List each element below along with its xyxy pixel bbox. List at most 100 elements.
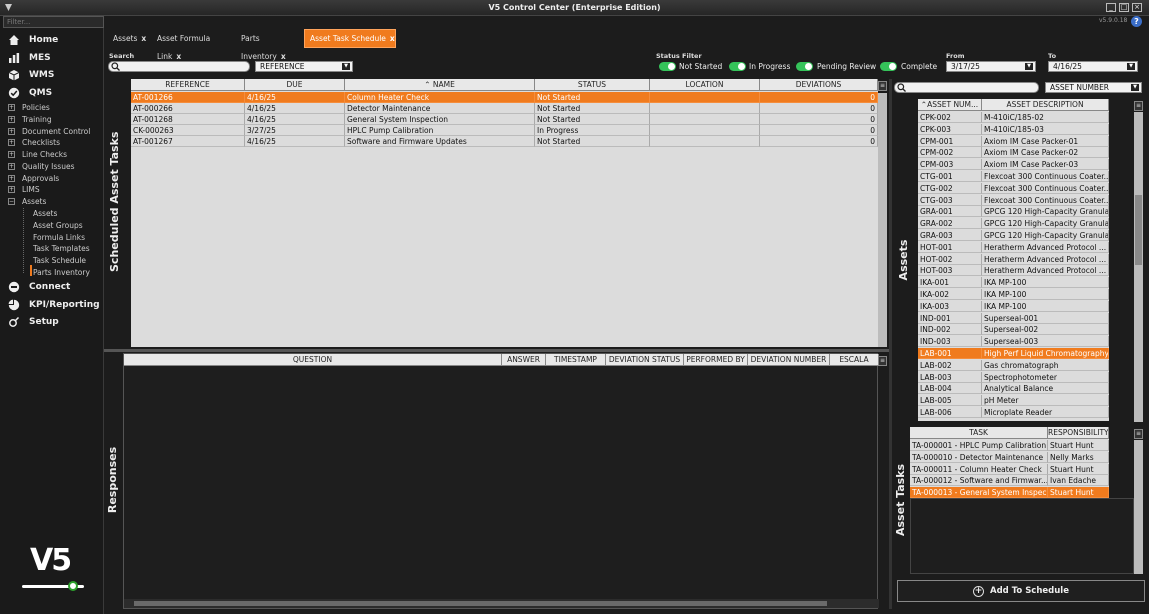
minimize-icon[interactable]: _	[1106, 3, 1116, 12]
col-question[interactable]: QUESTION	[124, 354, 502, 366]
tab-parts-inventory[interactable]: Parts Inventory x	[236, 30, 302, 61]
assets-vscroll[interactable]	[1134, 112, 1143, 422]
asset-search-input[interactable]	[894, 82, 1039, 93]
nav-task-templates[interactable]: Task Templates	[33, 243, 90, 254]
close-tab-icon[interactable]: x	[141, 34, 146, 43]
sidebar-filter-input[interactable]: Filter...	[3, 16, 104, 28]
col-answer[interactable]: ANSWER	[502, 354, 546, 366]
list-item[interactable]: LAB-003 Spectrophotometer	[918, 371, 1109, 383]
expand-icon[interactable]: +	[8, 104, 15, 111]
list-item[interactable]: LAB-001 High Perf Liquid Chromatography	[918, 348, 1109, 359]
nav-assets[interactable]: − Assets	[8, 196, 46, 207]
expand-icon[interactable]: +	[8, 151, 15, 158]
col-responsibility[interactable]: RESPONSIBILITY	[1048, 427, 1109, 439]
list-item[interactable]: CPM-002 Axiom IM Case Packer-02	[918, 147, 1109, 159]
search-field-select[interactable]: REFERENCE ▼	[255, 61, 353, 72]
close-icon[interactable]: ×	[1132, 3, 1142, 12]
expand-icon[interactable]: +	[8, 139, 15, 146]
list-item[interactable]: HOT-002 Heratherm Advanced Protocol ...	[918, 253, 1109, 265]
list-item[interactable]: IKA-002 IKA MP-100	[918, 289, 1109, 300]
list-item[interactable]: TA-000001 - HPLC Pump Calibration Stuart …	[910, 440, 1109, 451]
list-item[interactable]: CPK-003 M-410iC/185-03	[918, 123, 1109, 135]
table-row[interactable]: AT-001268 4/16/25 General System Inspect…	[131, 114, 878, 125]
tasks-vscroll[interactable]	[1134, 440, 1143, 574]
list-item[interactable]: HOT-001 Heratherm Advanced Protocol ...	[918, 241, 1109, 253]
col-performed-by[interactable]: PERFORMED BY	[684, 354, 748, 366]
expand-icon[interactable]: +	[8, 186, 15, 193]
table-row[interactable]: AT-001266 4/16/25 Column Heater Check No…	[131, 92, 878, 103]
list-item[interactable]: TA-000012 - Software and Firmwar... Ivan …	[910, 475, 1109, 487]
nav-assets-list[interactable]: Assets	[33, 208, 57, 219]
list-item[interactable]: CTG-003 Flexcoat 300 Continuous Coater...	[918, 194, 1109, 206]
nav-approvals[interactable]: + Approvals	[8, 173, 59, 184]
close-tab-icon[interactable]: x	[176, 52, 181, 61]
list-item[interactable]: CTG-001 Flexcoat 300 Continuous Coater...	[918, 171, 1109, 182]
column-chooser-icon[interactable]: ≡	[878, 81, 887, 91]
list-item[interactable]: IKA-003 IKA MP-100	[918, 300, 1109, 312]
list-item[interactable]: LAB-004 Analytical Balance	[918, 383, 1109, 395]
expand-icon[interactable]: +	[8, 128, 15, 135]
column-chooser-icon[interactable]: ≡	[1134, 429, 1143, 439]
nav-asset-groups[interactable]: Asset Groups	[33, 220, 83, 231]
col-deviation-number[interactable]: DEVIATION NUMBER	[748, 354, 830, 366]
nav-lims[interactable]: + LIMS	[8, 184, 40, 195]
responses-hscroll-thumb[interactable]	[134, 601, 827, 606]
list-item[interactable]: GRA-002 GPCG 120 High-Capacity Granula...	[918, 218, 1109, 230]
vertical-splitter[interactable]	[889, 79, 892, 609]
col-location[interactable]: LOCATION	[650, 79, 760, 91]
list-item[interactable]: CPM-003 Axiom IM Case Packer-03	[918, 159, 1109, 171]
tab-assets[interactable]: Assets x	[108, 30, 152, 48]
horizontal-splitter[interactable]	[104, 349, 889, 352]
asset-search-field-select[interactable]: ASSET NUMBER ▼	[1045, 82, 1142, 93]
expand-icon[interactable]: +	[8, 163, 15, 170]
toggle-not-started[interactable]	[659, 62, 676, 71]
maximize-icon[interactable]: □	[1119, 3, 1129, 12]
add-to-schedule-button[interactable]: + Add To Schedule	[897, 580, 1145, 602]
from-date-picker[interactable]: 3/17/25 ▼	[946, 61, 1036, 72]
list-item[interactable]: IND-001 Superseal-001	[918, 312, 1109, 324]
tab-asset-formula-link[interactable]: Asset Formula Link x	[152, 30, 234, 61]
nav-training[interactable]: + Training	[8, 114, 52, 125]
close-tab-icon[interactable]: x	[390, 34, 395, 43]
nav-document-control[interactable]: + Document Control	[8, 126, 90, 137]
list-item[interactable]: IKA-001 IKA MP-100	[918, 277, 1109, 289]
list-item[interactable]: LAB-002 Gas chromatograph	[918, 359, 1109, 371]
nav-policies[interactable]: + Policies	[8, 102, 50, 113]
list-item[interactable]: GRA-003 GPCG 120 High-Capacity Granula...	[918, 230, 1109, 241]
expand-icon[interactable]: +	[8, 116, 15, 123]
list-item[interactable]: LAB-006 Microplate Reader	[918, 407, 1109, 418]
nav-qms[interactable]: QMS	[8, 86, 52, 100]
list-item[interactable]: IND-002 Superseal-002	[918, 324, 1109, 336]
table-row[interactable]: AT-001267 4/16/25 Software and Firmware …	[131, 136, 878, 147]
toggle-complete[interactable]	[880, 62, 897, 71]
nav-checklists[interactable]: + Checklists	[8, 137, 60, 148]
list-item[interactable]: LAB-005 pH Meter	[918, 395, 1109, 407]
list-item[interactable]: CTG-002 Flexcoat 300 Continuous Coater...	[918, 182, 1109, 194]
tab-asset-task-schedule[interactable]: Asset Task Schedule x	[304, 29, 396, 48]
list-item[interactable]: HOT-003 Heratherm Advanced Protocol ...	[918, 265, 1109, 277]
list-item[interactable]: CPK-002 M-410iC/185-02	[918, 112, 1109, 123]
table-row[interactable]: CK-000263 3/27/25 HPLC Pump Calibration …	[131, 125, 878, 136]
assets-vscroll-thumb[interactable]	[1135, 195, 1142, 265]
col-due[interactable]: DUE	[245, 79, 345, 91]
nav-line-checks[interactable]: + Line Checks	[8, 149, 67, 160]
col-status[interactable]: STATUS	[535, 79, 650, 91]
table-row[interactable]: AT-000266 4/16/25 Detector Maintenance N…	[131, 103, 878, 114]
col-timestamp[interactable]: TIMESTAMP	[546, 354, 606, 366]
nav-quality-issues[interactable]: + Quality Issues	[8, 161, 75, 172]
nav-kpi-reporting[interactable]: KPI/Reporting	[8, 298, 100, 312]
nav-mes[interactable]: MES	[8, 51, 51, 65]
nav-formula-links[interactable]: Formula Links	[33, 232, 85, 243]
list-item[interactable]: TA-000011 - Column Heater Check Stuart Hu…	[910, 463, 1109, 475]
toggle-in-progress[interactable]	[729, 62, 746, 71]
nav-connect[interactable]: Connect	[8, 280, 70, 294]
expand-icon[interactable]: +	[8, 175, 15, 182]
toggle-pending-review[interactable]	[796, 62, 813, 71]
list-item[interactable]: TA-000010 - Detector Maintenance Nelly Ma…	[910, 451, 1109, 463]
col-task[interactable]: TASK	[910, 427, 1048, 439]
search-input[interactable]	[108, 61, 250, 72]
close-tab-icon[interactable]: x	[281, 52, 286, 61]
list-item[interactable]: CPM-001 Axiom IM Case Packer-01	[918, 135, 1109, 147]
col-asset-number[interactable]: ⌃ASSET NUM...	[918, 99, 982, 111]
nav-parts-inventory[interactable]: Parts Inventory	[33, 267, 90, 278]
